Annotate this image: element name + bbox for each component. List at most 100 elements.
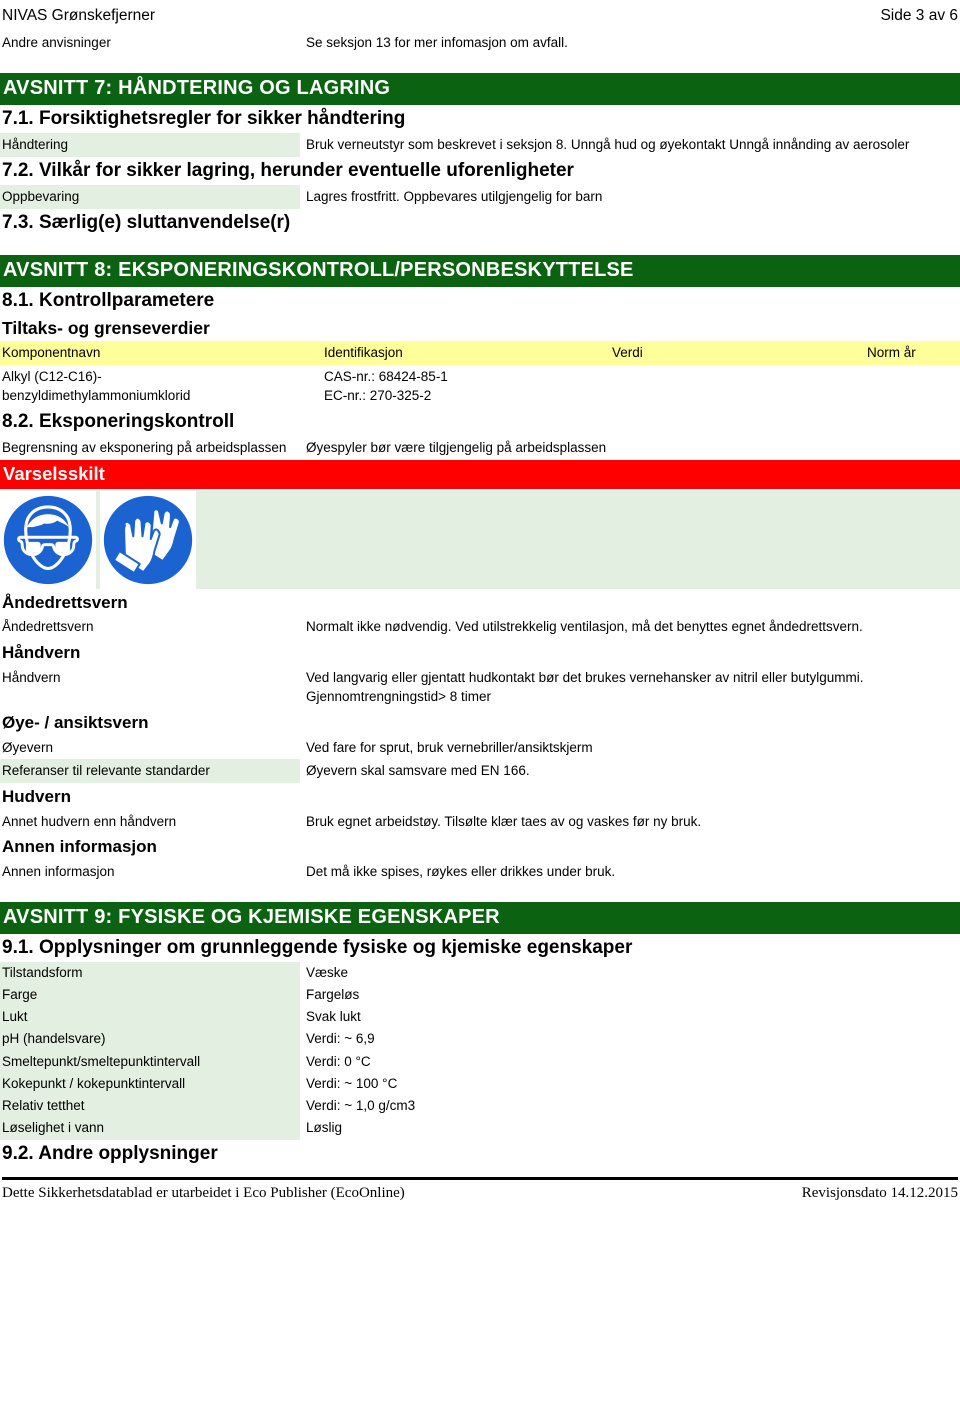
varselsskilt-banner: Varselsskilt xyxy=(0,459,960,489)
table-row: Kokepunkt / kokepunktintervall Verdi: ~ … xyxy=(0,1072,960,1096)
property-label: Lukt xyxy=(0,1006,300,1029)
table-row: Håndvern Ved langvarig eller gjentatt hu… xyxy=(0,666,960,709)
exposure-limits-table: Komponentnavn Identifikasjon Verdi Norm … xyxy=(0,341,960,408)
row-label: Annen informasjon xyxy=(2,863,115,879)
cell-komponentnavn: Alkyl (C12-C16)- benzyldimethylammoniumk… xyxy=(0,365,322,408)
table-row: Oppbevaring Lagres frostfritt. Oppbevare… xyxy=(0,184,960,209)
pictogram-strip xyxy=(0,490,960,589)
property-label: Farge xyxy=(0,983,300,1007)
property-value: Verdi: ~ 100 °C xyxy=(306,1075,398,1091)
table-row: Øyevern Ved fare for sprut, bruk vernebr… xyxy=(0,736,960,760)
section-banner-7: AVSNITT 7: HÅNDTERING OG LAGRING xyxy=(0,72,960,105)
row-value: Ved fare for sprut, bruk vernebriller/an… xyxy=(306,739,593,755)
table-row: Smeltepunkt/smeltepunktintervall Verdi: … xyxy=(0,1050,960,1073)
property-value: Verdi: 0 °C xyxy=(306,1053,371,1069)
property-value: Væske xyxy=(306,964,349,980)
row-value: Øyespyler bør være tilgjengelig på arbei… xyxy=(306,439,607,455)
properties-table: Tilstandsform Væske Farge Fargeløs Lukt … xyxy=(0,961,960,1140)
page-footer: Dette Sikkerhetsdatablad er utarbeidet i… xyxy=(0,1180,960,1202)
heading-9-2: 9.2. Andre opplysninger xyxy=(2,1142,218,1164)
table-row: Farge Fargeløs xyxy=(0,983,960,1007)
cas-number: CAS-nr.: 68424-85-1 xyxy=(324,368,448,384)
protection-groups: Åndedrettsvern Åndedrettsvern Normalt ik… xyxy=(0,589,960,884)
protection-group-annen-informasjon: Annen informasjon Annen informasjon Det … xyxy=(0,833,960,883)
row-value: Det må ikke spises, røykes eller drikkes… xyxy=(306,863,616,879)
cell-verdi xyxy=(610,365,865,408)
document-title: NIVAS Grønskefjerner xyxy=(2,7,156,24)
column-header-identifikasjon: Identifikasjon xyxy=(324,345,403,361)
table-row: Håndtering Bruk verneutstyr som beskreve… xyxy=(0,133,960,157)
table-row: Alkyl (C12-C16)- benzyldimethylammoniumk… xyxy=(0,365,960,408)
heading-9-1: 9.1. Opplysninger om grunnleggende fysis… xyxy=(2,936,633,958)
table-row: Åndedrettsvern Normalt ikke nødvendig. V… xyxy=(0,615,960,639)
table-row: Annet hudvern enn håndvern Bruk egnet ar… xyxy=(0,810,960,834)
property-value: Verdi: ~ 6,9 xyxy=(306,1031,375,1047)
table-header-row: Komponentnavn Identifikasjon Verdi Norm … xyxy=(0,341,960,365)
hand-protection-pictogram xyxy=(100,490,196,589)
property-value: Fargeløs xyxy=(306,986,360,1002)
property-label: pH (handelsvare) xyxy=(0,1028,300,1051)
komponentnavn-line-1: Alkyl (C12-C16)- xyxy=(2,368,102,384)
row-value: Se seksjon 13 for mer infomasjon om avfa… xyxy=(306,35,568,51)
section-banner-8: AVSNITT 8: EKSPONERINGSKONTROLL/PERSONBE… xyxy=(0,254,960,287)
table-row: Referanser til relevante standarder Øyev… xyxy=(0,759,960,783)
table-row: Begrensning av eksponering på arbeidspla… xyxy=(0,436,960,460)
row-label: Åndedrettsvern xyxy=(2,619,94,635)
property-value: Løslig xyxy=(306,1120,343,1136)
section-banner-9: AVSNITT 9: FYSISKE OG KJEMISKE EGENSKAPE… xyxy=(0,901,960,934)
protection-group-handvern: Håndvern Håndvern Ved langvarig eller gj… xyxy=(0,639,960,709)
row-value: Bruk verneutstyr som beskrevet i seksjon… xyxy=(306,137,910,153)
column-header-verdi: Verdi xyxy=(612,345,643,361)
property-label: Relativ tetthet xyxy=(0,1095,300,1118)
column-header-komponentnavn: Komponentnavn xyxy=(2,345,101,361)
limits-title: Tiltaks- og grenseverdier xyxy=(2,317,210,338)
table-row: Andre anvisninger Se seksjon 13 for mer … xyxy=(0,31,960,55)
heading-8-1: 8.1. Kontrollparametere xyxy=(2,289,215,311)
cell-norm-ar xyxy=(865,365,960,408)
property-label: Smeltepunkt/smeltepunktintervall xyxy=(0,1050,300,1073)
page-number: Side 3 av 6 xyxy=(880,7,958,24)
cell-identifikasjon: CAS-nr.: 68424-85-1 EC-nr.: 270-325-2 xyxy=(322,365,610,408)
running-head: NIVAS Grønskefjerner Side 3 av 6 xyxy=(0,0,960,25)
table-row: Relativ tetthet Verdi: ~ 1,0 g/cm3 xyxy=(0,1095,960,1118)
footer-left-text: Dette Sikkerhetsdatablad er utarbeidet i… xyxy=(2,1184,405,1201)
komponentnavn-line-2: benzyldimethylammoniumklorid xyxy=(2,388,191,404)
row-value: Normalt ikke nødvendig. Ved utilstrekkel… xyxy=(306,619,863,635)
heading-7-1: 7.1. Forsiktighetsregler for sikker hånd… xyxy=(2,107,406,129)
row-label: Øyevern xyxy=(2,739,54,755)
group-heading: Annen informasjon xyxy=(2,837,157,857)
row-label: Referanser til relevante standarder xyxy=(0,759,300,783)
group-heading: Håndvern xyxy=(2,642,81,662)
property-value: Verdi: ~ 1,0 g/cm3 xyxy=(306,1098,416,1114)
row-value: Bruk egnet arbeidstøy. Tilsølte klær tae… xyxy=(306,813,702,829)
table-row: Tilstandsform Væske xyxy=(0,961,960,984)
property-label: Løselighet i vann xyxy=(0,1117,300,1140)
property-value: Svak lukt xyxy=(306,1009,361,1025)
protection-group-oyevern: Øye- / ansiktsvern Øyevern Ved fare for … xyxy=(0,709,960,783)
table-row: Løselighet i vann Løslig xyxy=(0,1117,960,1140)
heading-7-2: 7.2. Vilkår for sikker lagring, herunder… xyxy=(2,159,574,181)
protection-group-hudvern: Hudvern Annet hudvern enn håndvern Bruk … xyxy=(0,783,960,833)
column-header-norm-ar: Norm år xyxy=(867,345,916,361)
group-heading: Hudvern xyxy=(2,786,71,806)
eye-protection-pictogram xyxy=(0,490,96,589)
row-label: Begrensning av eksponering på arbeidspla… xyxy=(2,439,287,455)
row-value: Lagres frostfritt. Oppbevares utilgjenge… xyxy=(306,188,603,204)
row-label: Håndvern xyxy=(2,669,61,685)
table-row: pH (handelsvare) Verdi: ~ 6,9 xyxy=(0,1028,960,1051)
row-label: Håndtering xyxy=(0,133,300,157)
pictogram-filler xyxy=(200,491,960,589)
table-row: Lukt Svak lukt xyxy=(0,1006,960,1029)
property-label: Kokepunkt / kokepunktintervall xyxy=(0,1072,300,1096)
row-label: Andre anvisninger xyxy=(2,35,111,51)
property-label: Tilstandsform xyxy=(0,961,300,984)
row-value: Øyevern skal samsvare med EN 166. xyxy=(306,763,530,779)
protection-group-andedrettsvern: Åndedrettsvern Åndedrettsvern Normalt ik… xyxy=(0,589,960,639)
heading-7-3: 7.3. Særlig(e) sluttanvendelse(r) xyxy=(2,211,291,233)
sds-page: NIVAS Grønskefjerner Side 3 av 6 Andre a… xyxy=(0,0,960,1413)
row-label: Annet hudvern enn håndvern xyxy=(2,813,177,829)
group-heading: Øye- / ansiktsvern xyxy=(2,712,149,732)
group-heading: Åndedrettsvern xyxy=(2,592,128,612)
footer-right-text: Revisjonsdato 14.12.2015 xyxy=(801,1184,958,1201)
row-label: Oppbevaring xyxy=(0,184,300,209)
